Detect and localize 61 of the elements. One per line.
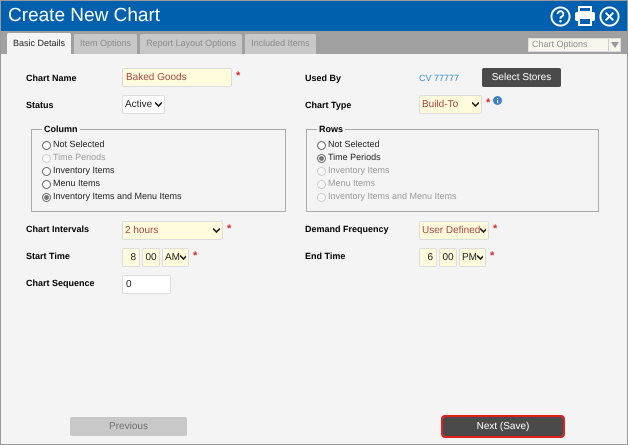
radio-button[interactable] bbox=[317, 154, 326, 162]
store-code: CV 77777 bbox=[419, 72, 460, 85]
tab[interactable]: Basic Details bbox=[7, 33, 72, 54]
minute-field[interactable]: 00 bbox=[142, 248, 160, 267]
caret-icon bbox=[155, 102, 162, 107]
field-label: Used By bbox=[305, 72, 342, 85]
required-mark: * bbox=[227, 222, 232, 237]
caret-icon bbox=[180, 255, 186, 260]
caret-icon bbox=[480, 228, 486, 233]
option-label: Time Periods bbox=[328, 151, 381, 164]
demand-frequency-dropdown[interactable]: User Defined bbox=[419, 221, 489, 240]
radio-button[interactable] bbox=[42, 192, 51, 202]
required-mark: * bbox=[236, 69, 240, 84]
option-label: Not Selected bbox=[328, 138, 380, 152]
field-label: End Time bbox=[305, 250, 346, 263]
radio-button[interactable] bbox=[317, 140, 326, 150]
caret-icon bbox=[472, 102, 479, 107]
info-icon[interactable] bbox=[493, 96, 502, 105]
status-dropdown[interactable]: Active bbox=[122, 95, 165, 114]
field-label: Status bbox=[26, 99, 55, 112]
next-button[interactable]: Next (Save) bbox=[443, 417, 563, 436]
help-icon[interactable] bbox=[550, 6, 571, 26]
minute-field[interactable]: 00 bbox=[439, 248, 457, 267]
group-legend: Rows bbox=[317, 123, 346, 136]
caret-icon bbox=[213, 228, 220, 233]
option-label: Inventory Items bbox=[328, 164, 390, 178]
field-label: Start Time bbox=[26, 250, 71, 263]
option-label: Inventory Items and Menu Items bbox=[53, 190, 182, 204]
hour-field[interactable]: 6 bbox=[419, 248, 437, 267]
field-label: Chart Sequence bbox=[26, 277, 96, 290]
caret-icon bbox=[477, 255, 483, 260]
period-dropdown[interactable]: PM bbox=[459, 248, 486, 267]
chart-sequence-field[interactable]: 0 bbox=[122, 275, 171, 294]
chart-intervals-dropdown[interactable]: 2 hours bbox=[122, 221, 223, 240]
chart-type-dropdown[interactable]: Build-To bbox=[419, 95, 482, 114]
option-label: Inventory Items and Menu Items bbox=[328, 190, 457, 204]
print-icon[interactable] bbox=[574, 6, 596, 26]
option-label: Menu Items bbox=[53, 177, 100, 190]
option-label: Menu Items bbox=[328, 177, 376, 190]
select-stores-button[interactable]: Select Stores bbox=[482, 68, 561, 87]
field-label: Chart Type bbox=[305, 99, 352, 112]
required-mark: * bbox=[490, 249, 494, 264]
option-label: Inventory Items bbox=[53, 164, 115, 178]
field-label: Demand Frequency bbox=[305, 223, 390, 236]
chart-name-field[interactable]: Baked Goods bbox=[122, 68, 232, 87]
window-title: Create New Chart bbox=[8, 4, 162, 28]
period-dropdown[interactable]: AM bbox=[162, 248, 189, 267]
option-label: Time Periods bbox=[53, 151, 106, 164]
radio-button[interactable] bbox=[42, 166, 51, 176]
required-mark: * bbox=[493, 222, 498, 237]
field-label: Chart Name bbox=[26, 72, 78, 85]
group-legend: Column bbox=[42, 123, 80, 136]
field-label: Chart Intervals bbox=[26, 223, 90, 236]
hour-field[interactable]: 8 bbox=[122, 248, 140, 267]
radio-button[interactable] bbox=[42, 140, 51, 150]
radio-button[interactable] bbox=[42, 180, 51, 188]
option-label: Not Selected bbox=[53, 138, 105, 152]
caret-icon bbox=[610, 42, 618, 48]
required-mark: * bbox=[486, 96, 490, 111]
required-mark: * bbox=[193, 249, 198, 264]
close-icon[interactable] bbox=[599, 6, 620, 26]
